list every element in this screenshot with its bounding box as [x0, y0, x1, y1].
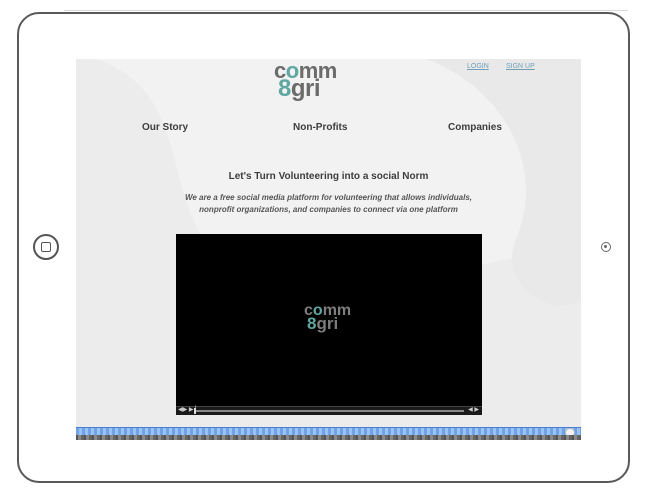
bottom-image-strip — [76, 435, 581, 440]
home-square-icon — [41, 242, 51, 252]
video-logo: comm 8gri — [304, 303, 364, 340]
video-progress-track[interactable] — [194, 410, 464, 412]
video-controls[interactable]: ◀▶ ▶ ▏ ◀ ▶ — [176, 406, 482, 415]
home-button[interactable] — [33, 234, 59, 260]
video-logo-bottom: 8gri — [307, 314, 339, 333]
camera-icon — [601, 242, 611, 252]
hero-tagline: We are a free social media platform for … — [184, 193, 473, 214]
brand-logo[interactable]: comm 8gri — [274, 60, 344, 102]
nav-non-profits[interactable]: Non-Profits — [293, 122, 347, 133]
nav-companies[interactable]: Companies — [448, 122, 502, 133]
screen: comm 8gri LOGIN SIGN UP Our Story Non-Pr… — [76, 59, 581, 440]
video-progress-knob[interactable] — [194, 408, 196, 414]
nav-our-story[interactable]: Our Story — [142, 122, 188, 133]
logo-text-bottom: 8gri — [278, 75, 321, 102]
top-divider — [64, 10, 628, 11]
video-player[interactable]: comm 8gri — [176, 234, 482, 406]
hero-headline: Let's Turn Volunteering into a social No… — [228, 171, 429, 182]
login-link[interactable]: LOGIN — [467, 63, 489, 70]
signup-link[interactable]: SIGN UP — [506, 63, 535, 70]
volume-controls[interactable]: ◀ ▶ — [468, 406, 479, 413]
